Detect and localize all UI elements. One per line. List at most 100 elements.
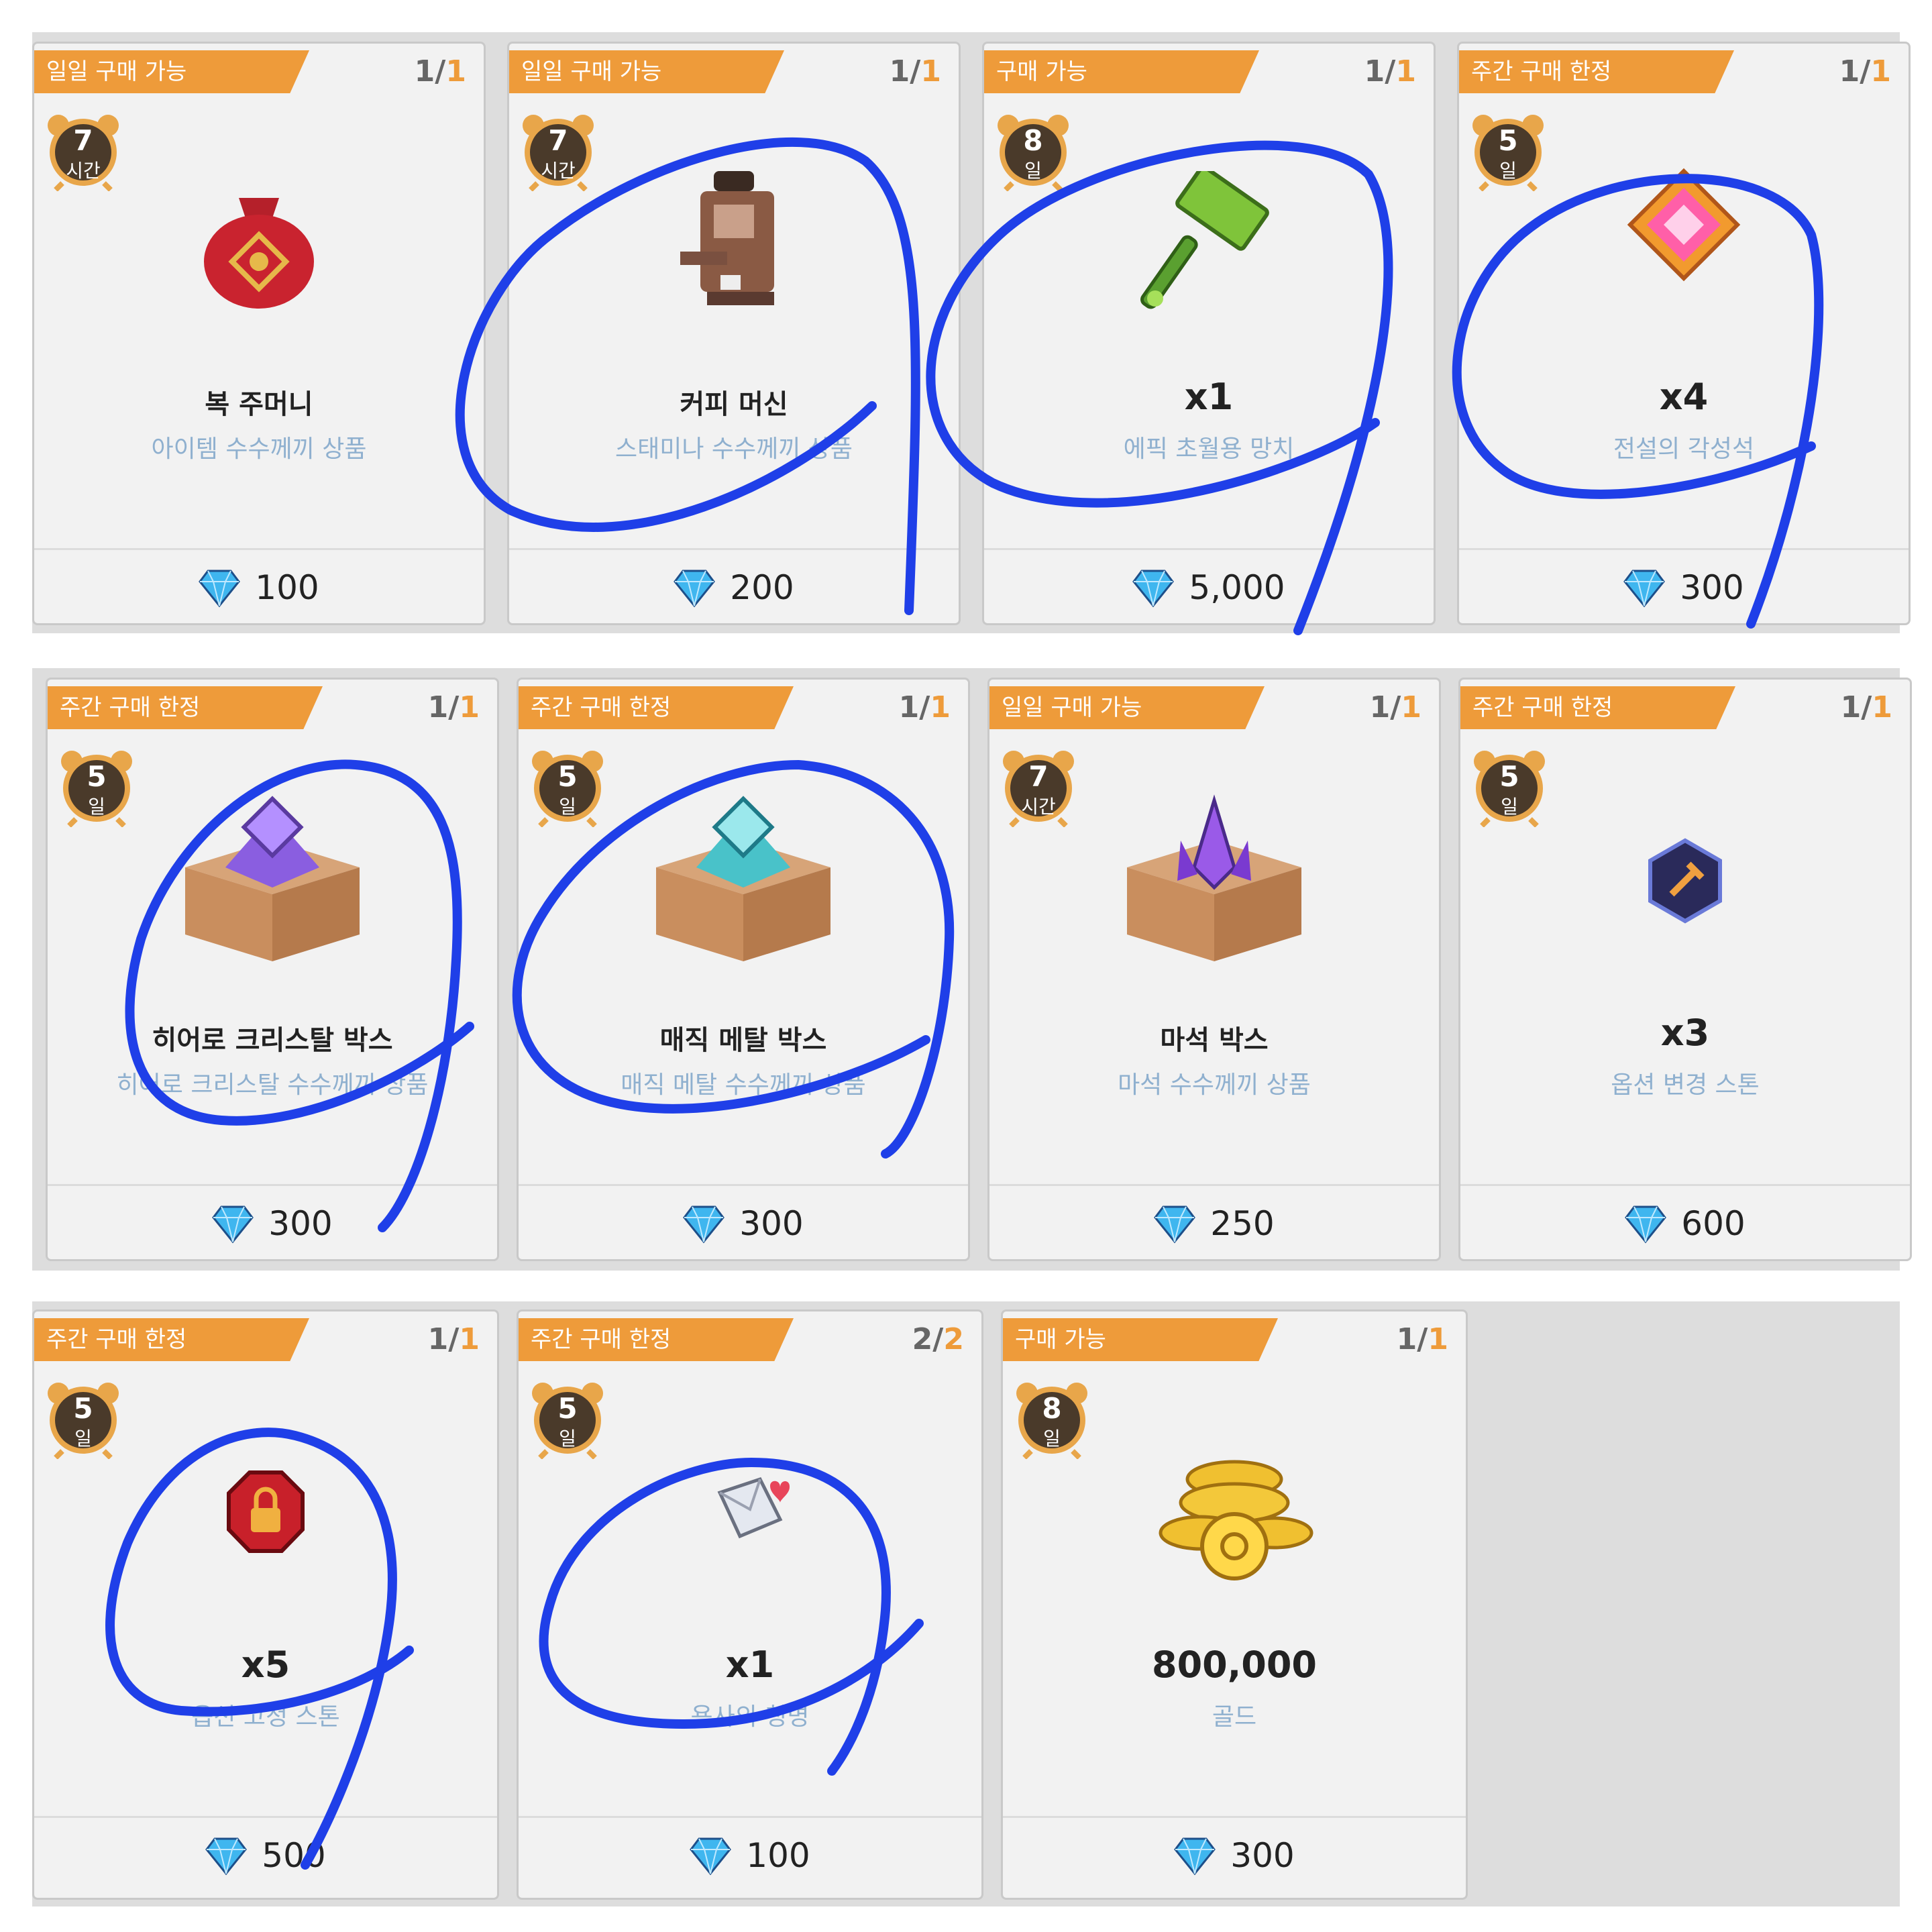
purchase-count: 1/1 [1364, 54, 1416, 89]
timer-unit: 일 [74, 1428, 92, 1450]
shop-item-card[interactable]: 주간 구매 한정 1/1 5 일 x4 전설의 각성석 300 [1457, 42, 1911, 625]
price-button[interactable]: 100 [519, 1835, 981, 1876]
alarm-clock-icon: 8 일 [1012, 1379, 1091, 1459]
timer-unit: 일 [1501, 796, 1518, 818]
timer-value: 7 [73, 124, 93, 157]
item-name: 히어로 크리스탈 박스 [152, 1025, 393, 1056]
alarm-clock-icon: 7 시간 [44, 111, 123, 191]
timer-value: 8 [1042, 1392, 1062, 1425]
purchase-count: 1/1 [898, 690, 951, 724]
shop-item-card[interactable]: 주간 구매 한정 1/1 5 일 x3 옵션 변경 스톤 600 [1458, 678, 1912, 1261]
divider [519, 1184, 968, 1186]
price-value: 100 [746, 1836, 810, 1875]
shop-row-1: 일일 구매 가능 1/1 7 시간 복 주머니 아이템 수수께끼 상품 100 … [32, 32, 1911, 633]
gold-coins-icon [1134, 1412, 1335, 1613]
purchase-limit-tag: 주간 구매 한정 [519, 686, 794, 729]
purchase-limit-tag: 주간 구매 한정 [519, 1318, 794, 1361]
price-button[interactable]: 250 [989, 1203, 1439, 1244]
purchase-count: 1/1 [1369, 690, 1421, 724]
shop-item-card[interactable]: 구매 가능 1/1 8 일 x1 에픽 초월용 망치 5,000 [982, 42, 1436, 625]
option-lock-stone-icon [165, 1412, 366, 1613]
coffee-machine-icon [633, 144, 835, 345]
hammer-icon [1108, 144, 1309, 345]
shop-row-2: 주간 구매 한정 1/1 5 일 히어로 크리스탈 박스 히어로 크리스탈 수수… [32, 668, 1912, 1271]
diamond-icon [1623, 570, 1666, 608]
lucky-pouch-icon [158, 144, 360, 345]
item-description: 옵션 고정 스톤 [191, 1703, 340, 1731]
diamond-icon [1174, 1837, 1216, 1876]
shop-item-card[interactable]: 주간 구매 한정 1/1 5 일 x5 옵션 고정 스톤 500 [32, 1309, 499, 1900]
divider [519, 1816, 981, 1818]
diamond-icon [683, 1205, 725, 1244]
alarm-clock-icon: 7 시간 [519, 111, 598, 191]
price-button[interactable]: 300 [1003, 1835, 1466, 1876]
shop-row-3: 주간 구매 한정 1/1 5 일 x5 옵션 고정 스톤 500 주간 구매 한… [32, 1301, 1900, 1907]
magic-stone-box-icon [1114, 780, 1315, 981]
diamond-icon [1625, 1205, 1667, 1244]
price-button[interactable]: 500 [34, 1835, 497, 1876]
price-button[interactable]: 300 [1459, 567, 1909, 608]
shop-item-card[interactable]: 일일 구매 가능 1/1 7 시간 커피 머신 스태미나 수수께끼 상품 200 [507, 42, 961, 625]
alarm-clock-icon: 5 일 [1468, 111, 1548, 191]
title-letter-icon [649, 1412, 851, 1613]
item-description: 히어로 크리스탈 수수께끼 상품 [116, 1071, 429, 1099]
item-quantity: x3 [1660, 1012, 1710, 1054]
timer-value: 5 [1498, 124, 1518, 157]
shop-item-card[interactable]: 구매 가능 1/1 8 일 800,000 골드 300 [1001, 1309, 1468, 1900]
divider [1459, 548, 1909, 550]
price-value: 300 [1680, 568, 1744, 607]
price-value: 500 [262, 1836, 326, 1875]
shop-item-card[interactable]: 일일 구매 가능 1/1 7 시간 마석 박스 마석 수수께끼 상품 250 [987, 678, 1441, 1261]
timer-value: 5 [87, 760, 107, 793]
shop-item-card[interactable]: 주간 구매 한정 2/2 5 일 x1 용사의 칭명 100 [517, 1309, 983, 1900]
diamond-icon [1132, 570, 1175, 608]
price-button[interactable]: 300 [48, 1203, 497, 1244]
price-button[interactable]: 600 [1460, 1203, 1910, 1244]
purchase-count: 1/1 [427, 1322, 480, 1356]
diamond-icon [212, 1205, 254, 1244]
purchase-limit-tag: 구매 가능 [1003, 1318, 1278, 1361]
price-button[interactable]: 200 [509, 567, 959, 608]
alarm-clock-icon: 5 일 [44, 1379, 123, 1459]
timer-unit: 일 [1043, 1428, 1061, 1450]
timer-unit: 일 [1499, 160, 1517, 182]
timer-unit: 일 [1024, 160, 1042, 182]
timer-value: 7 [1028, 760, 1049, 793]
divider [984, 548, 1434, 550]
timer-unit: 시간 [541, 160, 576, 182]
purchase-limit-tag: 구매 가능 [984, 50, 1259, 93]
item-description: 스태미나 수수께끼 상품 [614, 435, 853, 463]
timer-unit: 시간 [66, 160, 101, 182]
price-button[interactable]: 300 [519, 1203, 968, 1244]
shop-item-card[interactable]: 주간 구매 한정 1/1 5 일 매직 메탈 박스 매직 메탈 수수께끼 상품 … [517, 678, 970, 1261]
item-description: 매직 메탈 수수께끼 상품 [621, 1071, 866, 1099]
diamond-icon [1154, 1205, 1196, 1244]
item-name: 매직 메탈 박스 [659, 1025, 827, 1056]
price-button[interactable]: 5,000 [984, 567, 1434, 608]
divider [34, 1816, 497, 1818]
purchase-limit-tag: 주간 구매 한정 [1459, 50, 1734, 93]
diamond-icon [199, 570, 241, 608]
purchase-limit-tag: 주간 구매 한정 [1460, 686, 1735, 729]
purchase-count: 1/1 [889, 54, 941, 89]
price-value: 200 [730, 568, 794, 607]
alarm-clock-icon: 5 일 [1470, 747, 1549, 827]
purchase-count: 1/1 [1396, 1322, 1448, 1356]
item-quantity: x1 [1184, 376, 1234, 418]
divider [1460, 1184, 1910, 1186]
alarm-clock-icon: 5 일 [528, 747, 607, 827]
timer-unit: 일 [559, 1428, 576, 1450]
item-quantity: 800,000 [1152, 1644, 1317, 1686]
shop-item-card[interactable]: 일일 구매 가능 1/1 7 시간 복 주머니 아이템 수수께끼 상품 100 [32, 42, 486, 625]
item-name: 복 주머니 [205, 389, 313, 420]
price-value: 300 [739, 1204, 804, 1243]
hero-crystal-box-icon [172, 780, 373, 981]
item-quantity: x5 [241, 1644, 290, 1686]
awakening-stone-icon [1583, 124, 1784, 325]
price-value: 5,000 [1189, 568, 1285, 607]
timer-value: 7 [548, 124, 568, 157]
price-button[interactable]: 100 [34, 567, 484, 608]
purchase-count: 1/1 [414, 54, 466, 89]
purchase-limit-tag: 주간 구매 한정 [34, 1318, 309, 1361]
shop-item-card[interactable]: 주간 구매 한정 1/1 5 일 히어로 크리스탈 박스 히어로 크리스탈 수수… [46, 678, 499, 1261]
